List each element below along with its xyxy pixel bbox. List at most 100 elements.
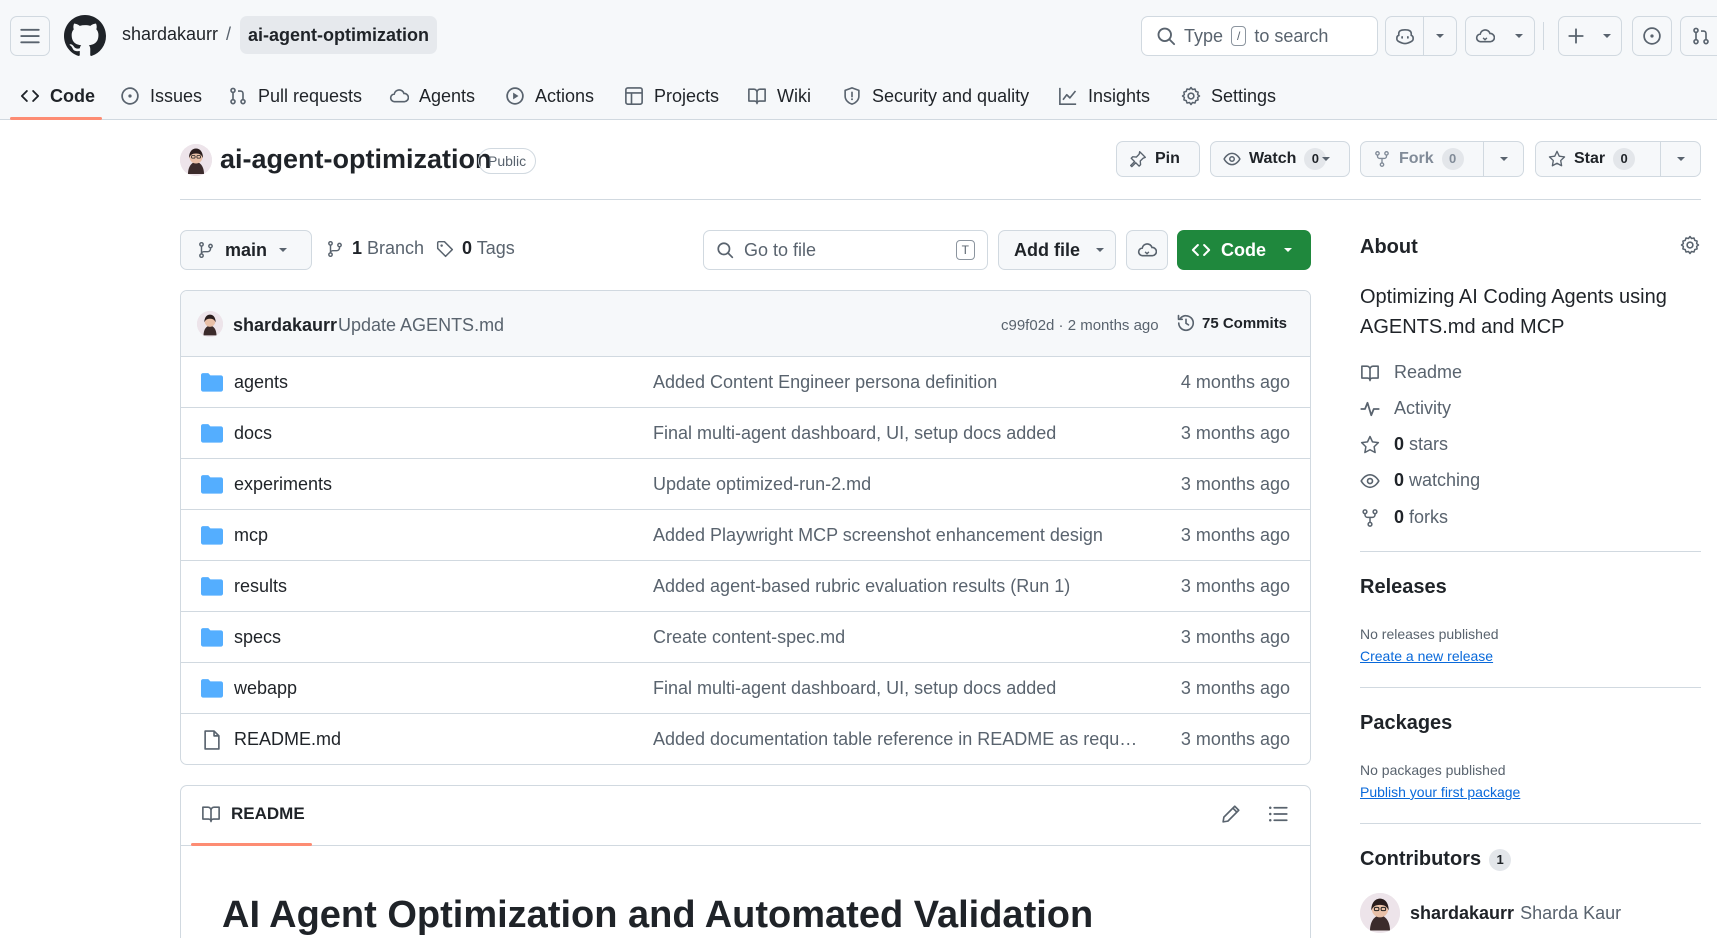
- file-row[interactable]: mcp Added Playwright MCP screenshot enha…: [181, 510, 1310, 561]
- file-row[interactable]: specs Create content-spec.md 3 months ag…: [181, 612, 1310, 663]
- tags-link[interactable]: 0 Tags: [436, 238, 515, 259]
- file-commit-message[interactable]: Added Content Engineer persona definitio…: [653, 372, 1143, 393]
- commit-author[interactable]: shardakaurr: [233, 315, 337, 336]
- file-commit-message[interactable]: Update optimized-run-2.md: [653, 474, 1143, 495]
- file-name[interactable]: agents: [234, 372, 288, 393]
- tab-actions[interactable]: Actions: [505, 72, 594, 120]
- breadcrumb-repo[interactable]: ai-agent-optimization: [240, 16, 437, 54]
- fork-menu-button[interactable]: [1483, 142, 1523, 176]
- file-commit-message[interactable]: Final multi-agent dashboard, UI, setup d…: [653, 423, 1143, 444]
- file-commit-date: 3 months ago: [1180, 423, 1290, 443]
- pull-requests-shortcut-button[interactable]: [1680, 16, 1717, 56]
- pull-request-icon: [228, 86, 248, 106]
- create-new-button[interactable]: [1558, 16, 1622, 56]
- triangle-down-icon: [1320, 153, 1332, 165]
- file-row[interactable]: docs Final multi-agent dashboard, UI, se…: [181, 408, 1310, 459]
- forks-link[interactable]: 0 forks: [1360, 507, 1448, 528]
- contributors-title[interactable]: Contributors 1: [1360, 848, 1512, 871]
- file-row[interactable]: webapp Final multi-agent dashboard, UI, …: [181, 663, 1310, 714]
- search-placeholder-pre: Type: [1184, 25, 1224, 46]
- commits-link[interactable]: 75 Commits: [1176, 313, 1287, 333]
- copilot-menu-button[interactable]: [1424, 17, 1456, 55]
- fork-button[interactable]: Fork 0: [1360, 141, 1524, 177]
- code-dropdown-button[interactable]: Code: [1177, 230, 1311, 270]
- stars-link[interactable]: 0 stars: [1360, 434, 1448, 455]
- go-to-file-input[interactable]: Go to file T: [703, 230, 988, 270]
- readme-header: README: [181, 786, 1310, 846]
- codespaces-button-group[interactable]: [1465, 16, 1535, 56]
- copilot-button[interactable]: [1386, 17, 1423, 55]
- watch-button[interactable]: Watch 0: [1210, 141, 1350, 177]
- tab-insights[interactable]: Insights: [1058, 72, 1150, 120]
- file-row[interactable]: README.md Added documentation table refe…: [181, 714, 1310, 764]
- owner-avatar[interactable]: [180, 144, 212, 176]
- sidebar-divider: [1360, 687, 1701, 688]
- codespaces-menu-button[interactable]: [1504, 17, 1534, 55]
- tab-wiki[interactable]: Wiki: [747, 72, 811, 120]
- tab-pull-requests[interactable]: Pull requests: [228, 72, 362, 120]
- tab-insights-label: Insights: [1088, 85, 1151, 106]
- star-button[interactable]: Star 0: [1535, 141, 1701, 177]
- activity-link[interactable]: Activity: [1360, 398, 1451, 419]
- file-name[interactable]: webapp: [234, 678, 297, 699]
- contributor-avatar[interactable]: [1360, 893, 1400, 933]
- readme-link[interactable]: Readme: [1360, 362, 1462, 383]
- contributor-login[interactable]: shardakaurr: [1410, 903, 1514, 924]
- file-commit-message[interactable]: Create content-spec.md: [653, 627, 1143, 648]
- tab-security[interactable]: Security and quality: [842, 72, 1029, 120]
- repo-title[interactable]: ai-agent-optimization: [220, 144, 492, 175]
- tab-agents[interactable]: Agents: [389, 72, 475, 120]
- tab-projects[interactable]: Projects: [624, 72, 719, 120]
- releases-title[interactable]: Releases: [1360, 576, 1447, 599]
- shield-icon: [842, 86, 862, 106]
- github-logo-icon[interactable]: [64, 15, 106, 57]
- contributor-item[interactable]: shardakaurr Sharda Kaur: [1360, 893, 1621, 933]
- packages-title[interactable]: Packages: [1360, 712, 1452, 735]
- menu-button[interactable]: [10, 16, 50, 56]
- pencil-icon[interactable]: [1221, 804, 1241, 824]
- file-name[interactable]: experiments: [234, 474, 332, 495]
- watch-menu-button[interactable]: [1311, 142, 1341, 176]
- branches-link[interactable]: 1 Branch: [326, 238, 424, 259]
- issues-shortcut-button[interactable]: [1632, 16, 1672, 56]
- file-row[interactable]: agents Added Content Engineer persona de…: [181, 357, 1310, 408]
- file-name[interactable]: specs: [234, 627, 281, 648]
- branch-selector[interactable]: main: [180, 230, 312, 270]
- add-file-button[interactable]: Add file: [998, 230, 1116, 270]
- star-menu-button[interactable]: [1660, 142, 1700, 176]
- file-name[interactable]: mcp: [234, 525, 268, 546]
- codespaces-button[interactable]: [1466, 17, 1504, 55]
- file-commit-message[interactable]: Added documentation table reference in R…: [653, 729, 1143, 750]
- list-unordered-icon[interactable]: [1268, 804, 1288, 824]
- file-commit-message[interactable]: Added Playwright MCP screenshot enhancem…: [653, 525, 1143, 546]
- readme-panel: README AI Agent Optimization and Automat…: [180, 785, 1311, 938]
- tab-settings[interactable]: Settings: [1181, 72, 1276, 120]
- readme-tab[interactable]: README: [201, 804, 305, 824]
- file-row[interactable]: experiments Update optimized-run-2.md 3 …: [181, 459, 1310, 510]
- stars-count: 0: [1394, 434, 1405, 454]
- file-name[interactable]: README.md: [234, 729, 341, 750]
- file-row[interactable]: results Added agent-based rubric evaluat…: [181, 561, 1310, 612]
- file-name[interactable]: docs: [234, 423, 272, 444]
- commit-message[interactable]: Update AGENTS.md: [338, 315, 504, 336]
- tag-label: Tags: [476, 238, 515, 258]
- create-new-menu[interactable]: [1593, 17, 1621, 55]
- codespaces-quick-button[interactable]: [1126, 230, 1168, 270]
- commit-author-avatar[interactable]: [197, 311, 223, 337]
- file-commit-message[interactable]: Final multi-agent dashboard, UI, setup d…: [653, 678, 1143, 699]
- commit-sha-time[interactable]: c99f02d · 2 months ago: [1001, 317, 1159, 334]
- gear-icon[interactable]: [1680, 235, 1700, 255]
- file-name[interactable]: results: [234, 576, 287, 597]
- watching-link[interactable]: 0 watching: [1360, 470, 1480, 491]
- pin-button[interactable]: Pin: [1116, 141, 1200, 177]
- create-new-plus[interactable]: [1559, 17, 1593, 55]
- tab-code[interactable]: Code: [20, 72, 95, 120]
- breadcrumb-owner[interactable]: shardakaurr: [122, 24, 218, 45]
- tab-security-label: Security and quality: [872, 85, 1030, 106]
- copilot-button-group: [1385, 16, 1457, 56]
- tab-issues[interactable]: Issues: [120, 72, 202, 120]
- publish-package-link[interactable]: Publish your first package: [1360, 784, 1520, 800]
- create-release-link[interactable]: Create a new release: [1360, 648, 1493, 664]
- search-input[interactable]: Type / to search: [1141, 16, 1378, 56]
- file-commit-message[interactable]: Added agent-based rubric evaluation resu…: [653, 576, 1143, 597]
